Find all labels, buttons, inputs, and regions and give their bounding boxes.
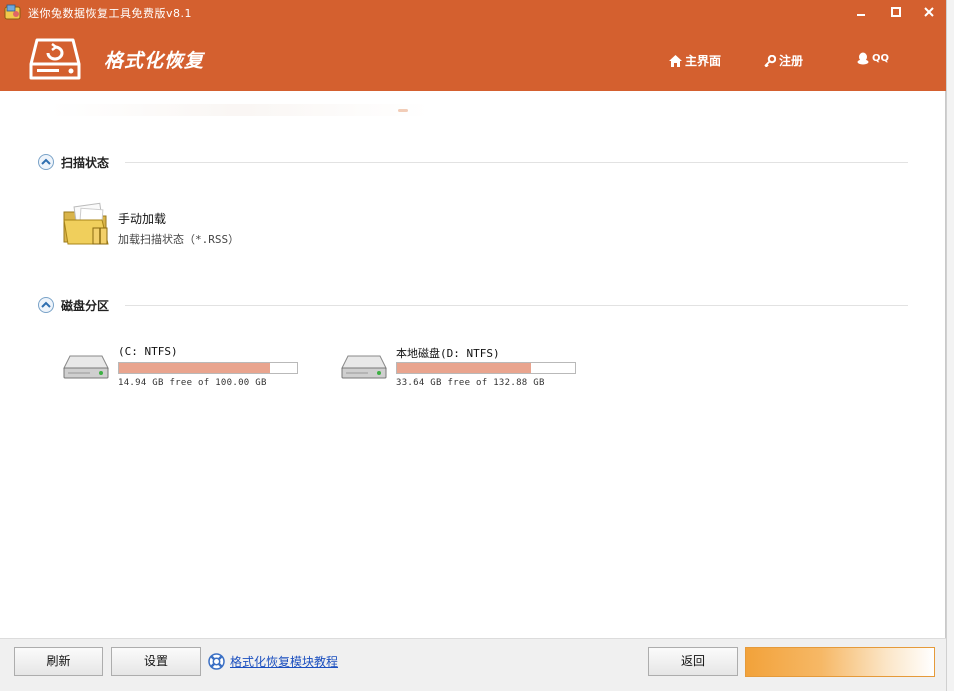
qq-penguin-icon xyxy=(857,52,869,65)
nav-qq-label: QQ xyxy=(872,53,890,64)
drive-usage-bar xyxy=(396,362,576,374)
refresh-button[interactable]: 刷新 xyxy=(14,647,103,676)
hard-disk-icon xyxy=(63,355,109,379)
section-divider xyxy=(125,161,908,163)
nav-register[interactable]: 注册 xyxy=(764,52,803,69)
close-icon xyxy=(924,7,934,17)
drive-item-d[interactable]: 本地磁盘(D: NTFS) 33.64 GB free of 132.88 GB xyxy=(340,344,590,394)
scan-status-title: 扫描状态 xyxy=(61,155,110,170)
disk-partition-title: 磁盘分区 xyxy=(61,298,110,313)
collapse-scan-status-button[interactable] xyxy=(38,154,54,170)
header-banner: 格式化恢复 主界面 注册 QQ xyxy=(0,26,946,91)
maximize-icon xyxy=(891,7,901,17)
minimize-button[interactable] xyxy=(848,3,874,23)
tutorial-link-group[interactable]: 格式化恢复模块教程 xyxy=(208,653,338,670)
title-bar[interactable]: 迷你兔数据恢复工具免费版v8.1 xyxy=(0,0,946,26)
chevron-up-icon xyxy=(41,158,51,165)
lifebuoy-icon xyxy=(208,653,225,670)
nav-home-label: 主界面 xyxy=(685,54,722,68)
minimize-icon xyxy=(857,14,865,16)
drive-item-c[interactable]: (C: NTFS) 14.94 GB free of 100.00 GB xyxy=(62,344,312,394)
key-icon xyxy=(764,54,776,67)
nav-qq[interactable]: QQ xyxy=(857,52,889,65)
tutorial-link[interactable]: 格式化恢复模块教程 xyxy=(230,653,338,670)
close-button[interactable] xyxy=(916,3,942,23)
drive-free-space: 33.64 GB free of 132.88 GB xyxy=(396,378,545,388)
drive-name: 本地磁盘(D: NTFS) xyxy=(396,347,500,360)
maximize-button[interactable] xyxy=(883,3,909,23)
hard-disk-icon xyxy=(341,355,387,379)
settings-button[interactable]: 设置 xyxy=(111,647,201,676)
drive-free-space: 14.94 GB free of 100.00 GB xyxy=(118,378,267,388)
collapse-disk-partition-button[interactable] xyxy=(38,297,54,313)
app-window: 迷你兔数据恢复工具免费版v8.1 格式化恢复 主界面 注册 QQ 扫描状态 手动… xyxy=(0,0,946,691)
nav-home[interactable]: 主界面 xyxy=(669,52,721,69)
chevron-up-icon xyxy=(41,301,51,308)
manual-load-item[interactable]: 手动加载 加载扫描状态（*.RSS） xyxy=(62,202,282,248)
manual-load-title: 手动加载 xyxy=(118,212,167,226)
drive-usage-fill xyxy=(119,363,271,373)
decorative-smudge xyxy=(50,104,430,116)
scan-status-section-header: 扫描状态 xyxy=(38,152,908,172)
drive-usage-bar xyxy=(118,362,298,374)
decorative-dot xyxy=(398,109,408,112)
manual-load-subtitle: 加载扫描状态（*.RSS） xyxy=(118,233,240,246)
drive-usage-fill xyxy=(397,363,531,373)
folder-open-icon xyxy=(63,202,109,245)
window-title: 迷你兔数据恢复工具免费版v8.1 xyxy=(28,7,193,20)
next-button[interactable] xyxy=(745,647,935,677)
page-title: 格式化恢复 xyxy=(104,50,205,72)
app-icon xyxy=(4,4,21,20)
home-icon xyxy=(669,54,682,67)
nav-register-label: 注册 xyxy=(779,54,804,68)
window-edge xyxy=(946,0,954,691)
drive-name: (C: NTFS) xyxy=(118,345,178,358)
footer-bar: 刷新 设置 格式化恢复模块教程 返回 xyxy=(0,638,946,691)
section-divider xyxy=(125,304,908,306)
hard-drive-logo-icon xyxy=(29,38,81,80)
disk-partition-section-header: 磁盘分区 xyxy=(38,295,908,315)
back-button[interactable]: 返回 xyxy=(648,647,738,676)
